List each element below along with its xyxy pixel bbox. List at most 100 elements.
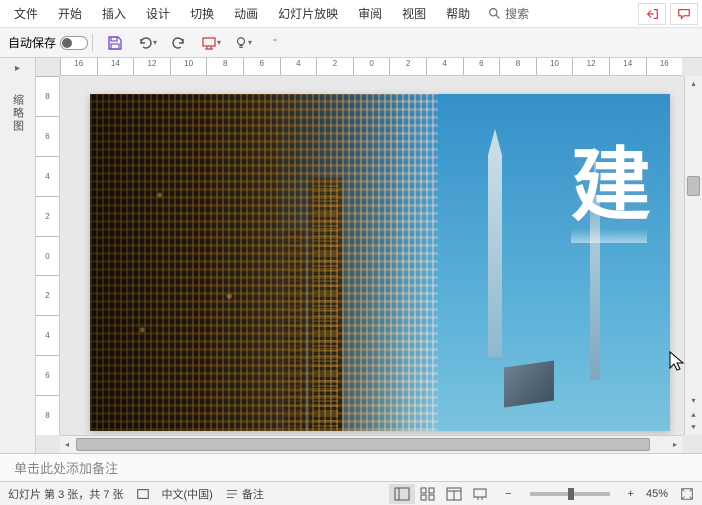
fit-icon [680,487,694,501]
lightbulb-icon [234,35,248,51]
accessibility-icon[interactable] [136,487,150,501]
search-icon [488,7,501,20]
ruler-tick: 6 [36,355,59,395]
ruler-tick: 8 [36,395,59,435]
menu-review[interactable]: 审阅 [348,1,392,26]
share-icon [645,7,659,21]
overflow-icon: ⁼ [272,37,277,48]
sorter-view-icon [420,487,436,501]
ruler-tick: 2 [36,275,59,315]
fit-window-button[interactable] [680,487,694,501]
search-box[interactable]: 搜索 [480,5,537,22]
slide-background-image: 建 [90,94,670,431]
menu-file[interactable]: 文件 [4,1,48,26]
scroll-left-arrow[interactable]: ◂ [60,436,74,453]
slide[interactable]: 建 [90,94,670,431]
search-label: 搜索 [505,5,529,22]
ruler-tick: 16 [60,58,97,75]
qat-customize[interactable]: ⁼ [263,31,287,55]
menu-transitions[interactable]: 切换 [180,1,224,26]
menu-home[interactable]: 开始 [48,1,92,26]
scroll-up-arrow[interactable]: ▴ [685,76,702,90]
ruler-tick: 4 [36,156,59,196]
vertical-ruler[interactable]: 8 6 4 2 0 2 4 6 8 [36,76,60,435]
undo-icon [137,35,153,51]
thumbnail-expand[interactable]: ▸ [12,62,24,74]
comments-button[interactable] [670,3,698,25]
horizontal-scrollbar[interactable]: ◂ ▸ [60,435,682,453]
ruler-tick: 4 [36,315,59,355]
ruler-tick: 2 [316,58,353,75]
language-status[interactable]: 中文(中国) [162,486,213,502]
scroll-down-arrow[interactable]: ▾ [685,393,702,407]
editor-area: 16 14 12 10 8 6 4 2 0 2 4 6 8 10 12 14 1… [36,58,702,453]
ruler-tick: 12 [133,58,170,75]
ruler-tick: 2 [389,58,426,75]
ideas-button[interactable]: ▾ [231,31,255,55]
menu-bar: 文件 开始 插入 设计 切换 动画 幻灯片放映 审阅 视图 帮助 搜索 [0,0,702,28]
thumbnail-panel: ▸ 缩略图 [0,58,36,453]
ruler-tick: 10 [536,58,573,75]
ruler-tick: 8 [206,58,243,75]
ruler-tick: 6 [36,116,59,156]
ruler-tick: 4 [280,58,317,75]
reading-view-button[interactable] [441,484,467,504]
menu-help[interactable]: 帮助 [436,1,480,26]
ruler-tick: 6 [243,58,280,75]
scrollbar-thumb[interactable] [76,438,650,451]
slide-title-text[interactable]: 建 [571,121,647,237]
ruler-tick: 8 [36,76,59,116]
menu-insert[interactable]: 插入 [92,1,136,26]
ruler-tick: 2 [36,196,59,236]
scrollbar-thumb[interactable] [687,176,700,196]
next-slide-icon[interactable]: ⯆ [685,423,702,433]
scroll-right-arrow[interactable]: ▸ [668,436,682,453]
slide-counter[interactable]: 幻灯片 第 3 张，共 7 张 [8,486,124,502]
notes-pane[interactable]: 单击此处添加备注 [0,453,702,481]
ruler-tick: 0 [36,236,59,276]
autosave-toggle[interactable] [60,36,88,50]
sorter-view-button[interactable] [415,484,441,504]
quick-access-toolbar: 自动保存 关 ▾ ▾ ▾ ⁼ [0,28,702,58]
save-button[interactable] [103,31,127,55]
share-button[interactable] [638,3,666,25]
prev-slide-icon[interactable]: ⯅ [685,411,702,421]
slide-canvas[interactable]: 建 [60,76,684,435]
notes-icon [225,488,239,500]
autosave-label: 自动保存 [8,34,56,51]
menu-design[interactable]: 设计 [136,1,180,26]
undo-button[interactable]: ▾ [135,31,159,55]
zoom-level[interactable]: 45% [646,488,668,500]
play-from-start-icon [201,35,217,51]
slideshow-start-button[interactable]: ▾ [199,31,223,55]
menu-animations[interactable]: 动画 [224,1,268,26]
ruler-tick: 6 [463,58,500,75]
zoom-slider-thumb[interactable] [568,488,574,500]
normal-view-icon [394,487,410,501]
ruler-tick: 14 [97,58,134,75]
slideshow-view-button[interactable] [467,484,493,504]
menu-slideshow[interactable]: 幻灯片放映 [268,1,348,26]
redo-icon [171,35,187,51]
comment-icon [677,7,691,21]
notes-placeholder: 单击此处添加备注 [14,461,118,476]
notes-toggle[interactable]: 备注 [225,486,264,502]
save-icon [107,35,123,51]
ruler-tick: 16 [646,58,683,75]
horizontal-ruler[interactable]: 16 14 12 10 8 6 4 2 0 2 4 6 8 10 12 14 1… [60,58,682,76]
status-bar: 幻灯片 第 3 张，共 7 张 中文(中国) 备注 − + 45% [0,481,702,505]
slideshow-icon [472,487,488,501]
redo-button[interactable] [167,31,191,55]
reading-view-icon [446,487,462,501]
vertical-scrollbar[interactable]: ▴ ▾ ⯅ ⯆ [684,76,702,435]
ruler-tick: 4 [426,58,463,75]
zoom-out-button[interactable]: − [505,488,511,500]
ruler-tick: 12 [572,58,609,75]
zoom-in-button[interactable]: + [628,488,634,500]
menu-view[interactable]: 视图 [392,1,436,26]
ruler-tick: 8 [499,58,536,75]
thumbnail-label: 缩略图 [10,94,26,133]
zoom-slider[interactable] [530,492,610,496]
ruler-tick: 0 [353,58,390,75]
normal-view-button[interactable] [389,484,415,504]
